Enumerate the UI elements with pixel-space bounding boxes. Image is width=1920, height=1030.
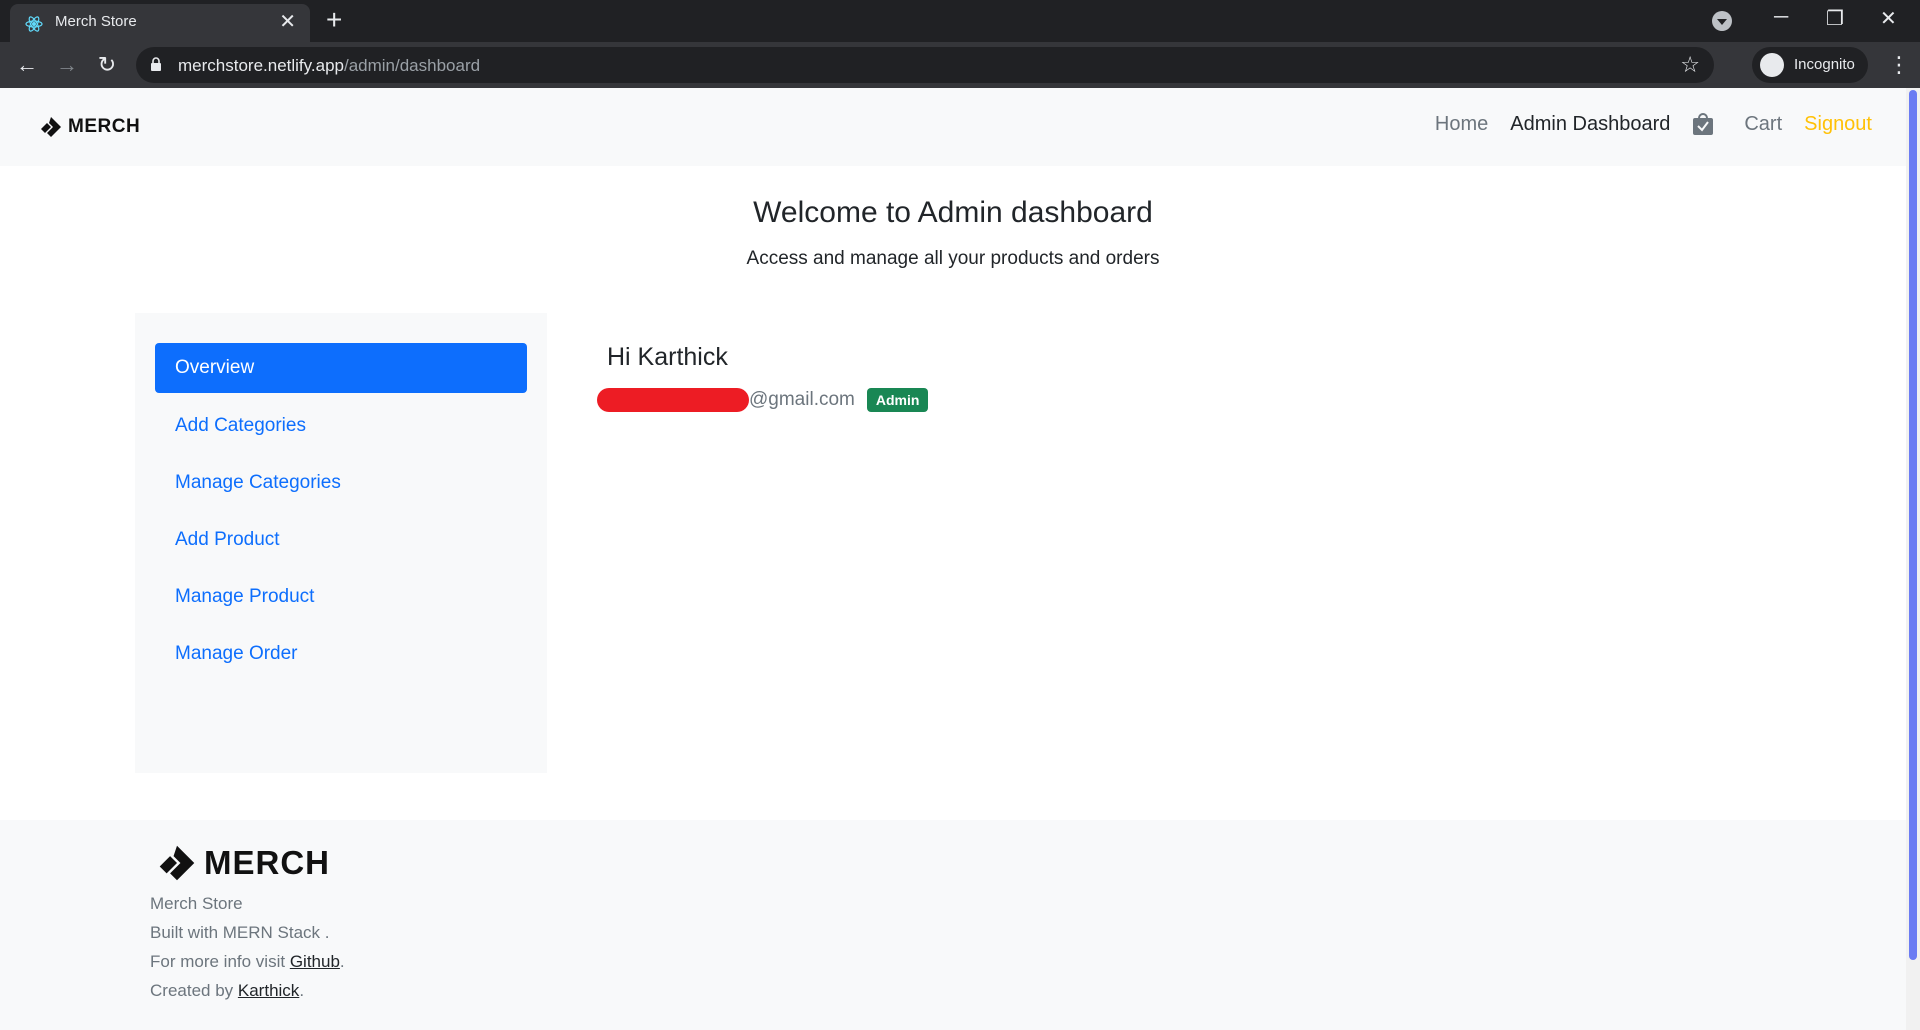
reload-icon[interactable]: ↻ [92, 50, 122, 80]
footer-line-author: Created by Karthick. [150, 981, 305, 1000]
email-domain: @gmail.com [749, 389, 855, 410]
bookmark-star-icon[interactable]: ☆ [1680, 52, 1700, 78]
email-row: @gmail.com Admin [597, 386, 929, 414]
footer-line-store: Merch Store [150, 894, 243, 913]
page-subtitle: Access and manage all your products and … [746, 248, 1160, 269]
site-footer: MERCH Merch Store Built with MERN Stack … [0, 820, 1906, 1030]
github-link[interactable]: Github [290, 952, 340, 971]
incognito-profile[interactable]: Incognito [1752, 47, 1868, 83]
back-icon[interactable]: ← [12, 50, 42, 80]
shopping-bag-icon [1693, 113, 1714, 135]
merch-logo-icon [41, 117, 61, 137]
scrollbar-thumb[interactable] [1909, 90, 1917, 960]
nav-links: Home Admin Dashboard Cart Signout [1413, 112, 1872, 136]
sidebar-item-manage-categories[interactable]: Manage Categories [155, 458, 527, 508]
role-badge: Admin [866, 388, 929, 412]
sidebar-item-overview[interactable]: Overview [155, 343, 527, 393]
footer-brand: MERCH [158, 844, 330, 882]
react-icon [25, 16, 43, 32]
minimize-icon[interactable]: ─ [1774, 6, 1788, 29]
new-tab-icon[interactable]: + [326, 6, 342, 34]
sidebar-item-manage-product[interactable]: Manage Product [155, 572, 527, 622]
footer-line-github: For more info visit Github. [150, 952, 345, 971]
merch-logo-icon [159, 845, 195, 881]
page-viewport: MERCH Home Admin Dashboard Cart Signout … [0, 88, 1906, 1030]
page-title: Welcome to Admin dashboard [753, 196, 1153, 229]
author-link[interactable]: Karthick [238, 981, 299, 1000]
greeting: Hi Karthick [607, 343, 728, 371]
lock-icon [151, 57, 161, 71]
close-window-icon[interactable]: ✕ [1880, 6, 1897, 31]
sidebar-item-add-product[interactable]: Add Product [155, 515, 527, 565]
tab-search-icon[interactable] [1712, 11, 1732, 31]
brand-logo[interactable]: MERCH [40, 116, 140, 138]
browser-menu-icon[interactable]: ⋮ [1888, 52, 1910, 78]
browser-toolbar: ← → ↻ merchstore.netlify.app/admin/dashb… [0, 42, 1920, 88]
incognito-label: Incognito [1794, 56, 1855, 73]
close-tab-icon[interactable]: ✕ [279, 11, 296, 33]
incognito-icon [1760, 53, 1784, 77]
restore-icon[interactable]: ❐ [1826, 6, 1844, 31]
nav-admin-dashboard-link[interactable]: Admin Dashboard [1510, 113, 1670, 136]
browser-tab[interactable]: Merch Store ✕ [10, 4, 310, 42]
footer-line-stack: Built with MERN Stack . [150, 923, 330, 942]
footer-brand-text: MERCH [204, 844, 330, 881]
nav-cart-link[interactable]: Cart [1692, 112, 1782, 136]
redacted-email-user [597, 388, 749, 412]
forward-icon[interactable]: → [52, 50, 82, 80]
cart-label: Cart [1744, 112, 1783, 135]
url-text: merchstore.netlify.app/admin/dashboard [178, 56, 481, 75]
address-bar[interactable]: merchstore.netlify.app/admin/dashboard ☆ [136, 47, 1714, 83]
tab-title: Merch Store [55, 13, 137, 30]
page-scrollbar[interactable] [1906, 88, 1920, 1030]
admin-sidebar: Overview Add Categories Manage Categorie… [135, 313, 547, 773]
brand-text: MERCH [68, 116, 141, 137]
nav-home-link[interactable]: Home [1435, 113, 1488, 136]
nav-signout-link[interactable]: Signout [1804, 113, 1872, 136]
sidebar-item-manage-order[interactable]: Manage Order [155, 629, 527, 679]
site-navbar: MERCH Home Admin Dashboard Cart Signout [0, 88, 1906, 166]
browser-tab-strip: Merch Store ✕ + ─ ❐ ✕ [0, 0, 1920, 42]
sidebar-item-add-categories[interactable]: Add Categories [155, 401, 527, 451]
